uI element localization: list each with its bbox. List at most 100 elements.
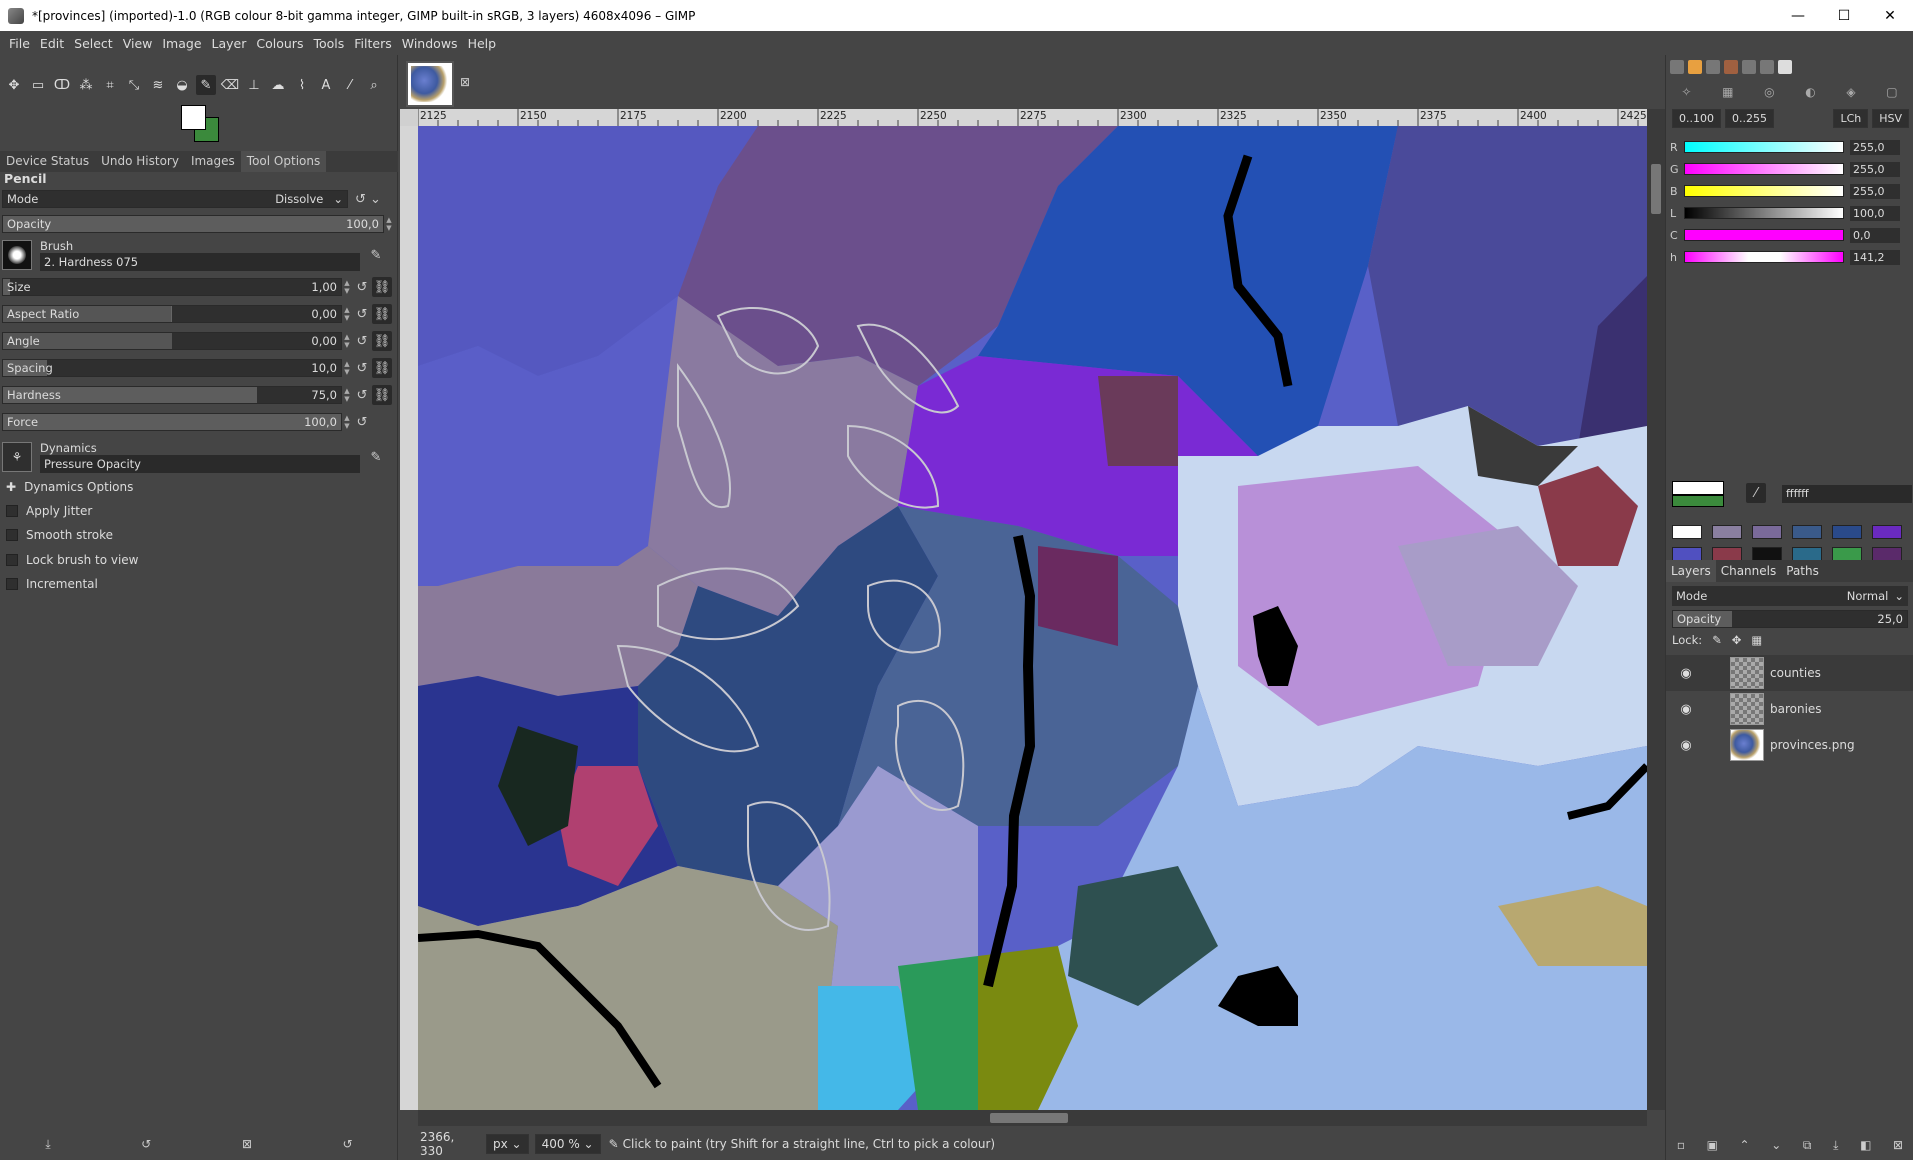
tab-paths[interactable]: Paths bbox=[1781, 560, 1824, 582]
lock-pixels-icon[interactable]: ✎ bbox=[1712, 633, 1722, 647]
tab-images[interactable]: Images bbox=[185, 151, 241, 172]
unit-select[interactable]: px ⌄ bbox=[486, 1134, 529, 1154]
force-slider[interactable]: Force 100,0 bbox=[2, 413, 342, 431]
hardness-link-icon[interactable]: ⛓ bbox=[372, 385, 392, 405]
size-link-icon[interactable]: ⛓ bbox=[372, 277, 392, 297]
delete-layer-icon[interactable]: ⊠ bbox=[1893, 1138, 1903, 1152]
fuzzy-select-tool-icon[interactable]: ⁂ bbox=[76, 75, 96, 95]
save-options-icon[interactable]: ⤓ bbox=[45, 1137, 50, 1152]
channel-value[interactable]: 100,0 bbox=[1850, 205, 1900, 221]
size-spin[interactable]: ▲ ▼ bbox=[342, 279, 352, 295]
zoom-tool-icon[interactable]: ⌕ bbox=[364, 75, 384, 95]
channel-gradient[interactable] bbox=[1684, 163, 1844, 175]
text-tool-icon[interactable]: A bbox=[316, 75, 336, 95]
close-button[interactable]: ✕ bbox=[1867, 0, 1913, 31]
spacing-link-icon[interactable]: ⛓ bbox=[372, 358, 392, 378]
channel-h-slider[interactable]: h 141,2 bbox=[1670, 249, 1910, 265]
eye-icon[interactable]: ◉ bbox=[1666, 666, 1706, 681]
foreground-color[interactable] bbox=[181, 105, 206, 130]
range-0-255[interactable]: 0..255 bbox=[1725, 109, 1774, 128]
aspect-reset-icon[interactable]: ↺ bbox=[352, 304, 372, 324]
spacing-spin[interactable]: ▲ ▼ bbox=[342, 360, 352, 376]
move-tool-icon[interactable]: ✥ bbox=[4, 75, 24, 95]
colour-picker-icon[interactable]: ⁄ bbox=[1746, 483, 1766, 503]
gradients-tab-icon[interactable] bbox=[1760, 60, 1774, 74]
hardness-spin[interactable]: ▲ ▼ bbox=[342, 387, 352, 403]
force-spin[interactable]: ▲ ▼ bbox=[342, 414, 352, 430]
layer-row[interactable]: ◉ counties bbox=[1666, 655, 1913, 691]
zoom-select[interactable]: 400 % ⌄ bbox=[534, 1134, 601, 1154]
raise-layer-icon[interactable]: ⌃ bbox=[1740, 1138, 1750, 1152]
channel-g-slider[interactable]: G 255,0 bbox=[1670, 161, 1910, 177]
palette-swatch[interactable] bbox=[1672, 547, 1702, 561]
tab-tool-options[interactable]: Tool Options bbox=[240, 151, 327, 172]
colour-preview[interactable] bbox=[1672, 481, 1724, 507]
channel-gradient[interactable] bbox=[1684, 229, 1844, 241]
channel-value[interactable]: 255,0 bbox=[1850, 139, 1900, 155]
aspect-ratio-slider[interactable]: Aspect Ratio 0,00 bbox=[2, 305, 342, 323]
dynamics-name-field[interactable]: Pressure Opacity bbox=[40, 455, 360, 473]
eye-icon[interactable]: ◉ bbox=[1666, 702, 1706, 717]
color-picker-tool-icon[interactable]: ⁄ bbox=[340, 75, 360, 95]
menu-layer[interactable]: Layer bbox=[207, 36, 252, 51]
palette-swatch[interactable] bbox=[1712, 525, 1742, 539]
force-reset-icon[interactable]: ↺ bbox=[352, 412, 372, 432]
palette-swatch[interactable] bbox=[1712, 547, 1742, 561]
merge-layer-icon[interactable]: ⤓ bbox=[1833, 1138, 1838, 1153]
horizontal-scrollbar[interactable] bbox=[418, 1110, 1647, 1126]
image-canvas[interactable] bbox=[418, 126, 1647, 1110]
menu-image[interactable]: Image bbox=[157, 36, 206, 51]
image-tab-thumbnail[interactable] bbox=[406, 61, 454, 107]
layer-row[interactable]: ◉ baronies bbox=[1666, 691, 1913, 727]
hardness-slider[interactable]: Hardness 75,0 bbox=[2, 386, 342, 404]
wheel-icon[interactable]: ◐ bbox=[1805, 85, 1815, 99]
eye-icon[interactable]: ◉ bbox=[1666, 738, 1706, 753]
ruler-corner[interactable] bbox=[400, 109, 418, 126]
menu-view[interactable]: View bbox=[118, 36, 158, 51]
spacing-reset-icon[interactable]: ↺ bbox=[352, 358, 372, 378]
channel-gradient[interactable] bbox=[1684, 207, 1844, 219]
patterns-tab-icon[interactable] bbox=[1724, 60, 1738, 74]
layer-row[interactable]: ◉ provinces.png bbox=[1666, 727, 1913, 763]
menu-filters[interactable]: Filters bbox=[349, 36, 396, 51]
new-layer-icon[interactable]: ▫ bbox=[1677, 1138, 1685, 1152]
palette-swatch[interactable] bbox=[1752, 547, 1782, 561]
menu-windows[interactable]: Windows bbox=[397, 36, 463, 51]
menu-colours[interactable]: Colours bbox=[251, 36, 308, 51]
clone-tool-icon[interactable]: ⊥ bbox=[244, 75, 264, 95]
aspect-spin[interactable]: ▲ ▼ bbox=[342, 306, 352, 322]
menu-edit[interactable]: Edit bbox=[35, 36, 69, 51]
lower-layer-icon[interactable]: ⌄ bbox=[1771, 1138, 1781, 1152]
vertical-scrollbar[interactable] bbox=[1647, 109, 1665, 1110]
channel-gradient[interactable] bbox=[1684, 251, 1844, 263]
size-reset-icon[interactable]: ↺ bbox=[352, 277, 372, 297]
incremental-checkbox[interactable]: Incremental bbox=[6, 577, 98, 591]
angle-spin[interactable]: ▲ ▼ bbox=[342, 333, 352, 349]
lock-position-icon[interactable]: ✥ bbox=[1732, 633, 1742, 647]
rect-select-tool-icon[interactable]: ▭ bbox=[28, 75, 48, 95]
fonts-tab-icon[interactable] bbox=[1742, 60, 1756, 74]
tab-undo-history[interactable]: Undo History bbox=[95, 151, 185, 172]
hardness-reset-icon[interactable]: ↺ bbox=[352, 385, 372, 405]
channel-b-slider[interactable]: B 255,0 bbox=[1670, 183, 1910, 199]
range-0-100[interactable]: 0..100 bbox=[1672, 109, 1721, 128]
transform-tool-icon[interactable]: ⤡ bbox=[124, 75, 144, 95]
layer-mode-select[interactable]: Mode Normal ⌄ bbox=[1672, 586, 1908, 606]
brushes-tab-icon[interactable] bbox=[1706, 60, 1720, 74]
brush-name-field[interactable]: 2. Hardness 075 bbox=[40, 253, 360, 271]
eraser-tool-icon[interactable]: ⌫ bbox=[220, 75, 240, 95]
angle-link-icon[interactable]: ⛓ bbox=[372, 331, 392, 351]
layer-name[interactable]: counties bbox=[1770, 666, 1821, 680]
screen-icon[interactable]: ▢ bbox=[1886, 85, 1897, 99]
scroll-thumb[interactable] bbox=[990, 1113, 1068, 1123]
triangle-icon[interactable]: ◈ bbox=[1846, 85, 1855, 99]
brush-preview[interactable] bbox=[2, 240, 32, 270]
lock-brush-checkbox[interactable]: Lock brush to view bbox=[6, 553, 139, 567]
palette-swatch[interactable] bbox=[1752, 525, 1782, 539]
palette-swatch[interactable] bbox=[1792, 547, 1822, 561]
butterfly-tab-icon[interactable] bbox=[1778, 60, 1792, 74]
tab-device-status[interactable]: Device Status bbox=[0, 151, 95, 172]
vertical-ruler[interactable] bbox=[400, 126, 418, 1110]
aspect-link-icon[interactable]: ⛓ bbox=[372, 304, 392, 324]
channel-r-slider[interactable]: R 255,0 bbox=[1670, 139, 1910, 155]
